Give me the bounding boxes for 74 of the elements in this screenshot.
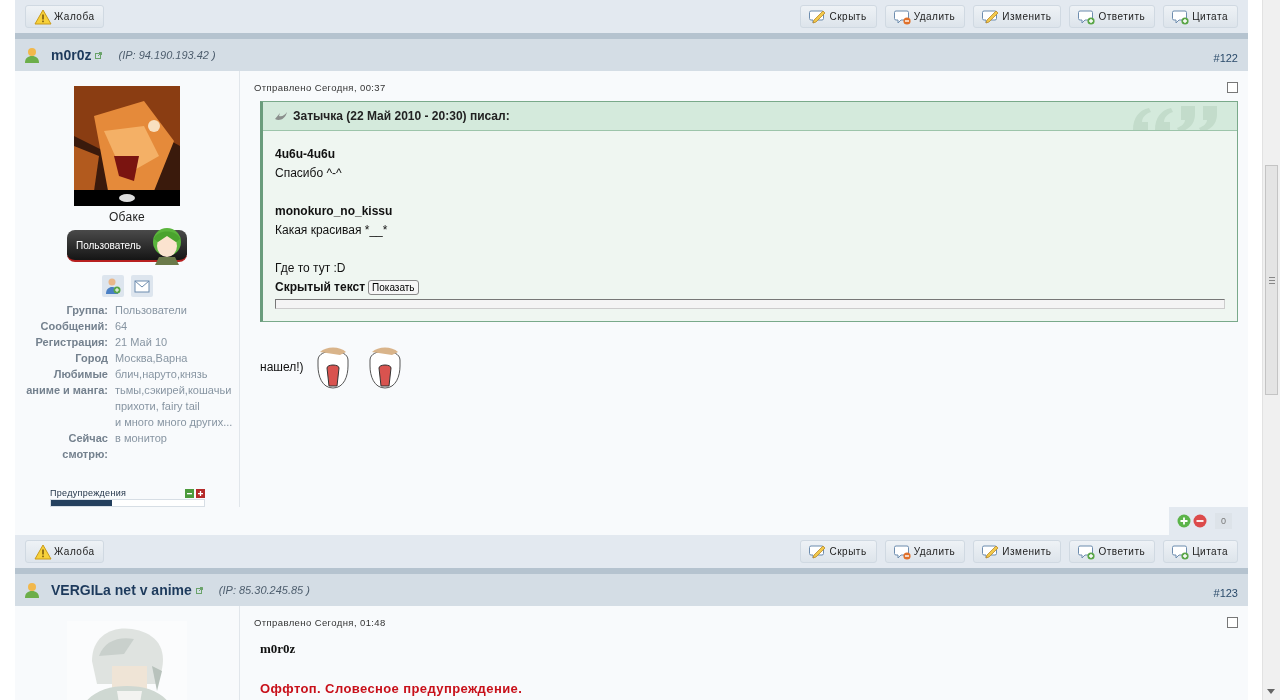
bubble-minus-icon [893, 543, 912, 560]
ip-address: (IP: 85.30.245.85 ) [218, 584, 310, 596]
user-icon [24, 582, 40, 598]
post-action-button[interactable]: Удалить [884, 540, 966, 563]
field-label: Любимые аниме и манга: [25, 367, 108, 398]
post-number[interactable]: #122 [1213, 46, 1238, 64]
bubble-plus-icon [1172, 8, 1191, 25]
post-action-button[interactable]: Удалить [884, 5, 966, 28]
field-label: Сейчас смотрю: [61, 431, 108, 462]
bubble-minus-icon [893, 8, 912, 25]
quote-text: Спасибо ^-^ [275, 165, 343, 182]
plus-icon[interactable] [196, 488, 205, 498]
rating-count: 0 [1215, 513, 1232, 529]
post-action-button[interactable]: Цитата [1163, 5, 1238, 28]
quote-username: monokuro_no_kissu [275, 203, 394, 220]
select-checkbox[interactable] [1227, 82, 1238, 93]
scrollbar-thumb[interactable] [1265, 165, 1278, 395]
warning-icon [34, 8, 52, 25]
post-action-button[interactable]: Скрыть [800, 5, 877, 28]
report-button[interactable]: Жалоба [25, 5, 105, 28]
quote-username: 4u6u-4u6u [275, 146, 336, 163]
field-value: 21 Май 10 [115, 335, 169, 350]
select-checkbox[interactable] [1227, 617, 1238, 628]
bubble-plus-icon [1172, 543, 1191, 560]
user-icon [24, 47, 40, 63]
addressee-name: m0r0z [260, 641, 297, 657]
external-link-icon[interactable] [95, 51, 103, 59]
external-link-icon[interactable] [195, 586, 203, 594]
rate-up-icon[interactable] [1177, 514, 1191, 528]
quote-author: Затычка (22 Май 2010 - 20:30) писал: [293, 109, 510, 123]
post-number[interactable]: #123 [1213, 581, 1238, 599]
field-label: Сообщений: [39, 319, 108, 334]
post-action-button[interactable]: Скрыть [800, 540, 877, 563]
warning-icon [34, 543, 52, 560]
bubble-plus-icon [1078, 543, 1097, 560]
warnings-label: Предупреждения [50, 488, 127, 498]
author-name[interactable]: VERGILa net v anime [51, 582, 192, 598]
field-label: Город [74, 351, 108, 366]
member-title: Обаке [108, 210, 146, 224]
bubble-plus-icon [1078, 8, 1097, 25]
field-label: Регистрация: [34, 335, 108, 350]
report-button[interactable]: Жалоба [25, 540, 105, 563]
pencil-bubble-icon [809, 8, 828, 25]
quote-arrow-icon [274, 111, 288, 121]
scroll-down-icon[interactable] [1267, 689, 1275, 694]
field-value: и много много других... [115, 415, 234, 430]
spoiler-label: Скрытый текст [275, 279, 366, 296]
message-icon[interactable] [130, 275, 153, 297]
post-action-button[interactable]: Изменить [973, 5, 1062, 28]
post-date: Отправлено Сегодня, 00:37 [254, 82, 386, 93]
field-label: Группа: [65, 303, 108, 318]
post-text: нашел!) [260, 360, 304, 374]
show-button[interactable]: Показать [368, 280, 419, 295]
moderator-warning: Оффтоп. Словесное предупреждение. [260, 681, 524, 696]
add-friend-icon[interactable] [101, 275, 124, 297]
post-action-button[interactable]: Ответить [1069, 5, 1156, 28]
field-value: Москва,Варна [115, 351, 189, 366]
pencil-bubble-icon [809, 543, 828, 560]
ip-address: (IP: 94.190.193.42 ) [118, 49, 216, 61]
post-action-button[interactable]: Цитата [1163, 540, 1238, 563]
post-action-button[interactable]: Изменить [973, 540, 1062, 563]
grip-icon [1268, 276, 1275, 284]
post-action-button[interactable]: Ответить [1069, 540, 1156, 563]
field-value: 64 [115, 319, 129, 334]
pencil-bubble-icon [982, 543, 1001, 560]
author-name[interactable]: m0r0z [51, 47, 92, 63]
post-date: Отправлено Сегодня, 01:48 [254, 617, 386, 628]
field-value: в монитор [115, 431, 168, 446]
field-value: Пользователи [115, 303, 188, 318]
quote-text: Где то тут :D [275, 260, 347, 277]
quote-text: Какая красивая *__* [275, 222, 389, 239]
minus-icon[interactable] [185, 488, 194, 498]
pencil-bubble-icon [982, 8, 1001, 25]
rate-down-icon[interactable] [1193, 514, 1207, 528]
